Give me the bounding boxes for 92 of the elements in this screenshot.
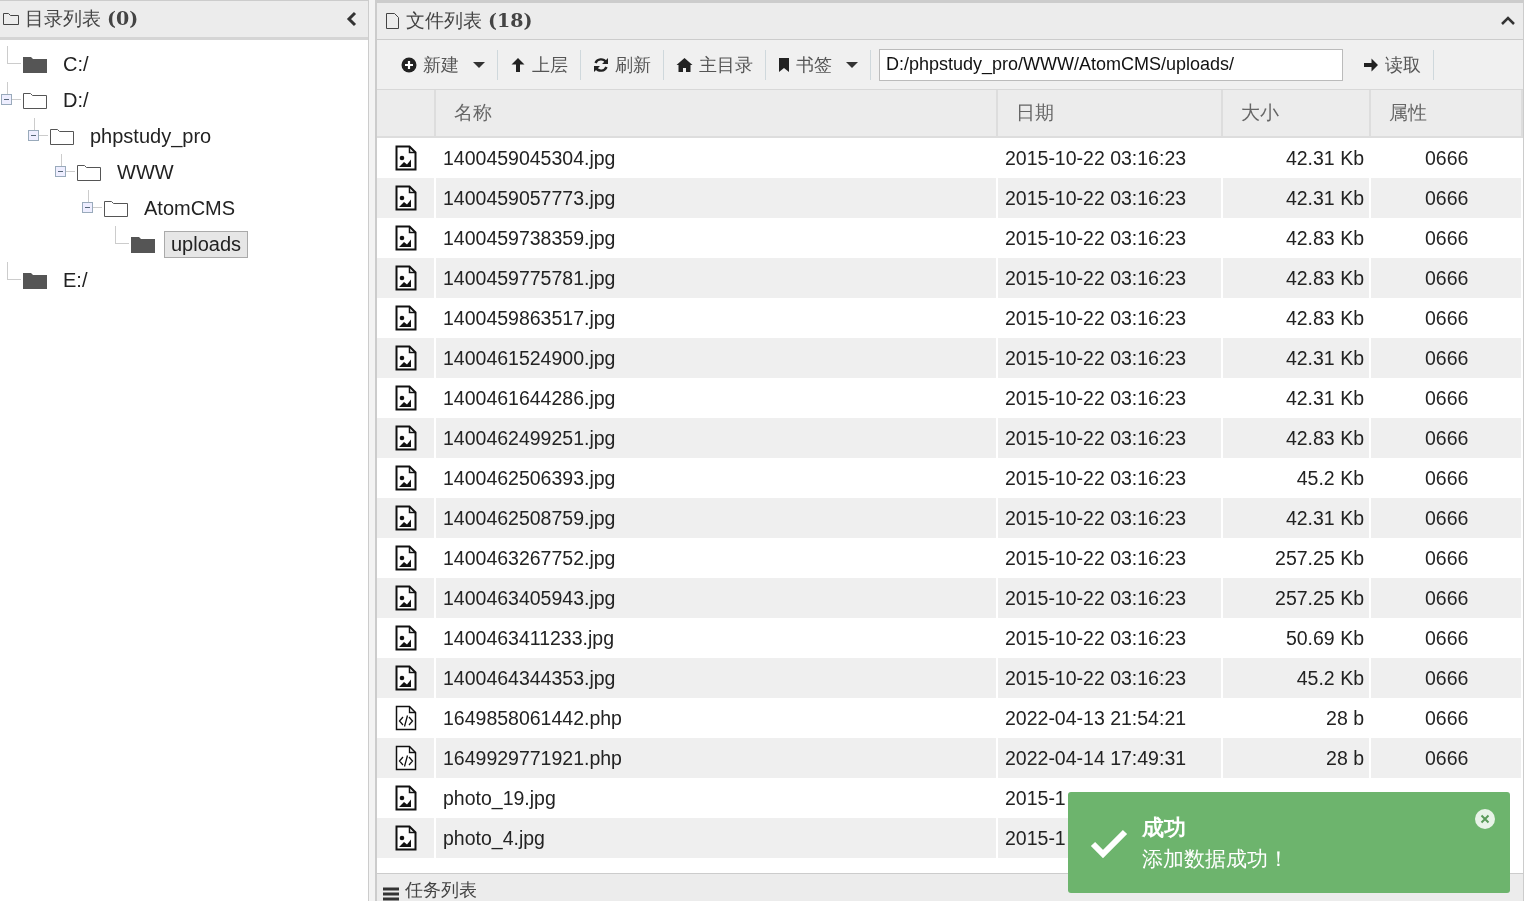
collapse-toggle-icon[interactable] xyxy=(82,202,93,213)
table-cell: 0666 xyxy=(1371,178,1523,218)
toolbar-button[interactable]: 书签 xyxy=(766,46,870,83)
file-name[interactable]: 1400459057773.jpg xyxy=(436,178,998,218)
image-file-icon xyxy=(394,545,417,571)
table-cell: 0666 xyxy=(1371,338,1523,378)
arrow-up-icon xyxy=(510,56,526,73)
tree-line xyxy=(115,226,129,244)
image-file-icon xyxy=(394,425,417,451)
toolbar-button[interactable]: 刷新 xyxy=(581,46,663,83)
table-cell: 0666 xyxy=(1371,738,1523,778)
table-cell: 28 b xyxy=(1223,738,1371,778)
image-file-icon xyxy=(394,345,417,371)
tree-item[interactable]: E:/ xyxy=(56,266,95,294)
toolbar-button[interactable]: 上层 xyxy=(498,46,580,83)
file-name[interactable]: 1400459775781.jpg xyxy=(436,258,998,298)
table-cell: 42.83 Kb xyxy=(1223,258,1371,298)
image-file-icon xyxy=(394,225,417,251)
table-cell: 42.83 Kb xyxy=(1223,418,1371,458)
table-cell: 45.2 Kb xyxy=(1223,658,1371,698)
file-name[interactable]: 1400462499251.jpg xyxy=(436,418,998,458)
table-cell: 2015-10-22 03:16:23 xyxy=(998,418,1223,458)
image-file-icon xyxy=(394,505,417,531)
tree-item[interactable]: uploads xyxy=(164,230,249,258)
file-icon xyxy=(385,12,400,30)
table-cell: 2022-04-14 17:49:31 xyxy=(998,738,1223,778)
file-name[interactable]: 1400462508759.jpg xyxy=(436,498,998,538)
image-file-icon xyxy=(394,785,417,811)
collapse-toggle-icon[interactable] xyxy=(55,166,66,177)
table-cell: 42.31 Kb xyxy=(1223,338,1371,378)
table-cell: 2015-10-22 03:16:23 xyxy=(998,498,1223,538)
plus-icon xyxy=(401,56,417,73)
table-cell: 2015-10-22 03:16:23 xyxy=(998,178,1223,218)
collapse-up-icon[interactable] xyxy=(1501,16,1515,26)
tree-line xyxy=(7,46,21,64)
image-file-icon xyxy=(394,185,417,211)
image-file-icon xyxy=(394,625,417,651)
image-file-icon xyxy=(394,665,417,691)
home-icon xyxy=(676,57,693,72)
table-cell: 0666 xyxy=(1371,578,1523,618)
panel-title: 目录列表 (0) xyxy=(25,6,140,31)
checkmark-icon xyxy=(1090,827,1128,858)
image-file-icon xyxy=(394,465,417,491)
tree-item[interactable]: AtomCMS xyxy=(137,194,243,222)
path-field[interactable]: D:/phpstudy_pro/WWW/AtomCMS/uploads/ xyxy=(879,48,1343,81)
file-name[interactable]: 1400463405943.jpg xyxy=(436,578,998,618)
tree-line xyxy=(7,262,21,280)
tree-item[interactable]: D:/ xyxy=(56,86,96,114)
file-name[interactable]: 1400464344353.jpg xyxy=(436,658,998,698)
code-file-icon xyxy=(394,745,417,771)
image-file-icon xyxy=(394,145,417,171)
read-button[interactable]: 读取 xyxy=(1351,46,1433,83)
image-file-icon xyxy=(394,825,417,851)
tree-item[interactable]: C:/ xyxy=(56,50,96,78)
collapse-toggle-icon[interactable] xyxy=(28,130,39,141)
table-cell: 0666 xyxy=(1371,258,1523,298)
column-header[interactable]: 大小 xyxy=(1223,90,1371,138)
table-cell: 0666 xyxy=(1371,498,1523,538)
table-cell: 0666 xyxy=(1371,658,1523,698)
image-file-icon xyxy=(394,585,417,611)
table-cell: 42.31 Kb xyxy=(1223,498,1371,538)
folder-icon xyxy=(2,11,20,27)
file-name[interactable]: 1400461524900.jpg xyxy=(436,338,998,378)
table-cell: 42.31 Kb xyxy=(1223,178,1371,218)
arrow-right-icon xyxy=(1363,56,1379,73)
image-file-icon xyxy=(394,265,417,291)
bookmark-icon xyxy=(778,56,790,73)
table-cell: 0666 xyxy=(1371,418,1523,458)
refresh-icon xyxy=(593,56,609,73)
tree-item[interactable]: phpstudy_pro xyxy=(83,122,219,150)
column-header[interactable]: 名称 xyxy=(436,90,998,138)
panel-title: 文件列表 (18) xyxy=(406,8,534,33)
table-cell: 2015-10-22 03:16:23 xyxy=(998,658,1223,698)
toolbar-button[interactable]: 新建 xyxy=(389,46,497,83)
tree-item[interactable]: WWW xyxy=(110,158,181,186)
code-file-icon xyxy=(394,705,417,731)
table-cell: 2015-10-22 03:16:23 xyxy=(998,258,1223,298)
table-cell: 2015-10-22 03:16:23 xyxy=(998,578,1223,618)
table-cell: 2015-10-22 03:16:23 xyxy=(998,338,1223,378)
collapse-icon[interactable] xyxy=(346,11,358,27)
file-name[interactable]: 1649929771921.php xyxy=(436,738,998,778)
panel-title: 任务列表 xyxy=(405,879,478,901)
list-icon xyxy=(383,886,399,901)
image-file-icon xyxy=(394,385,417,411)
image-file-icon xyxy=(394,305,417,331)
table-cell: 257.25 Kb xyxy=(1223,578,1371,618)
column-header[interactable]: 日期 xyxy=(998,90,1223,138)
column-header[interactable]: 属性 xyxy=(1371,90,1523,138)
collapse-toggle-icon[interactable] xyxy=(1,94,12,105)
toolbar-button[interactable]: 主目录 xyxy=(664,46,765,83)
file-name[interactable]: photo_4.jpg xyxy=(436,818,998,858)
close-icon[interactable] xyxy=(1474,808,1496,830)
